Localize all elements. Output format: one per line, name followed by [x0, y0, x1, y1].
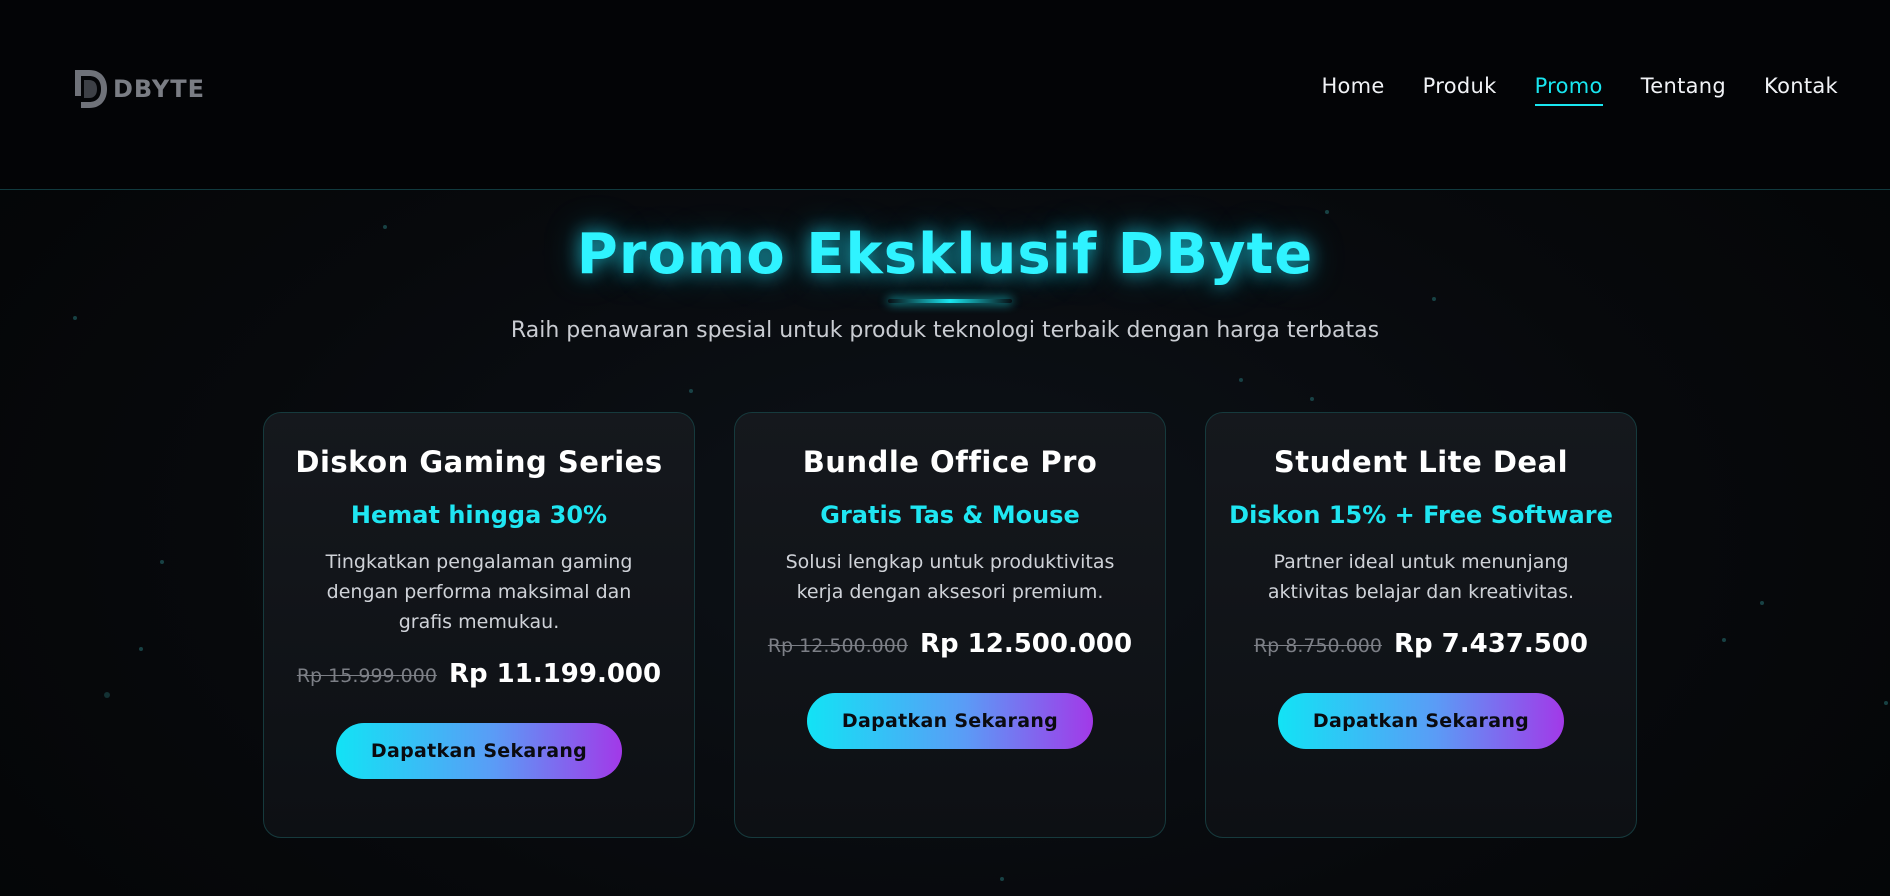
promo-card-list: Diskon Gaming Series Hemat hingga 30% Ti… — [263, 412, 1637, 838]
brand-logo[interactable]: DBYTE — [73, 68, 205, 110]
promo-page: DBYTE Home Produk Promo Tentang Kontak P… — [0, 0, 1890, 896]
page-title: Promo Eksklusif DByte — [576, 222, 1314, 287]
background-particle — [1239, 378, 1243, 382]
background-particle — [1722, 638, 1726, 642]
brand-logo-text: DBYTE — [113, 75, 206, 103]
price-row: Rp 8.750.000 Rp 7.437.500 — [1254, 629, 1588, 659]
old-price: Rp 12.500.000 — [767, 635, 908, 657]
promo-card-highlight: Diskon 15% + Free Software — [1229, 501, 1613, 529]
background-particle — [1000, 877, 1004, 881]
promo-card-highlight: Hemat hingga 30% — [350, 501, 608, 529]
promo-card-highlight: Gratis Tas & Mouse — [820, 501, 1080, 529]
background-particle — [1310, 397, 1314, 401]
promo-card-title: Diskon Gaming Series — [295, 445, 663, 479]
background-particle — [1432, 297, 1436, 301]
promo-card-gaming: Diskon Gaming Series Hemat hingga 30% Ti… — [263, 412, 695, 838]
price-row: Rp 12.500.000 Rp 12.500.000 — [768, 629, 1132, 659]
new-price: Rp 7.437.500 — [1393, 629, 1589, 659]
promo-card-title: Bundle Office Pro — [802, 445, 1098, 479]
price-row: Rp 15.999.000 Rp 11.199.000 — [297, 659, 661, 689]
promo-card-description: Partner ideal untuk menunjang aktivitas … — [1267, 551, 1575, 603]
new-price: Rp 11.199.000 — [448, 659, 662, 689]
get-now-button[interactable]: Dapatkan Sekarang — [336, 723, 622, 779]
get-now-button[interactable]: Dapatkan Sekarang — [807, 693, 1093, 749]
old-price: Rp 15.999.000 — [296, 665, 437, 687]
promo-card-description: Tingkatkan pengalaman gaming dengan perf… — [325, 551, 633, 633]
nav-item-kontak[interactable]: Kontak — [1764, 74, 1838, 106]
promo-card-description: Solusi lengkap untuk produktivitas kerja… — [785, 551, 1115, 603]
background-particle — [104, 692, 110, 698]
dbyte-logo-icon — [73, 68, 109, 110]
background-particle — [689, 389, 693, 393]
promo-card-title: Student Lite Deal — [1273, 445, 1569, 479]
background-particle — [1884, 701, 1888, 705]
title-underline — [888, 299, 1012, 303]
nav-item-tentang[interactable]: Tentang — [1641, 74, 1726, 106]
background-particle — [160, 560, 164, 564]
background-particle — [1760, 601, 1764, 605]
get-now-button[interactable]: Dapatkan Sekarang — [1278, 693, 1564, 749]
nav-item-promo[interactable]: Promo — [1534, 74, 1603, 106]
old-price: Rp 8.750.000 — [1253, 635, 1382, 657]
nav-item-home[interactable]: Home — [1321, 74, 1384, 106]
main-nav: Home Produk Promo Tentang Kontak — [1321, 74, 1838, 106]
nav-item-produk[interactable]: Produk — [1423, 74, 1497, 106]
new-price: Rp 12.500.000 — [919, 629, 1133, 659]
background-particle — [139, 647, 143, 651]
promo-card-office: Bundle Office Pro Gratis Tas & Mouse Sol… — [734, 412, 1166, 838]
background-particle — [1325, 210, 1329, 214]
promo-card-student: Student Lite Deal Diskon 15% + Free Soft… — [1205, 412, 1637, 838]
page-subtitle: Raih penawaran spesial untuk produk tekn… — [510, 318, 1380, 343]
site-header: DBYTE Home Produk Promo Tentang Kontak — [0, 0, 1890, 190]
